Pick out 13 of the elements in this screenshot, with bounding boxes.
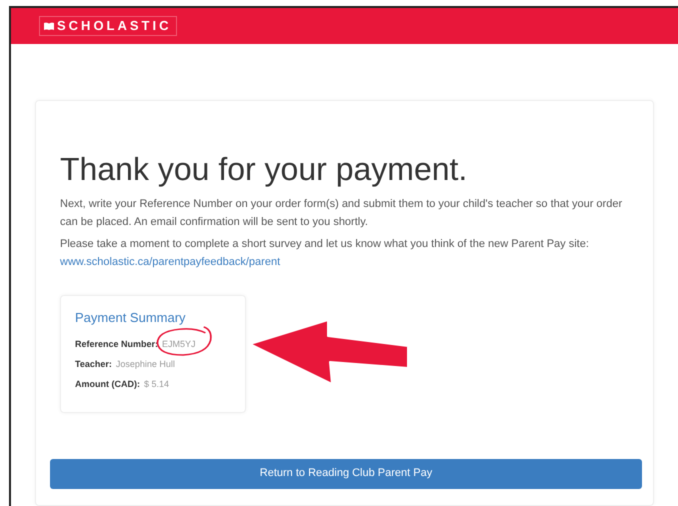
return-button[interactable]: Return to Reading Club Parent Pay xyxy=(50,458,642,488)
paragraph: Next, write your Reference Number on your order form(s) and submit them to your child's teacher so that your order can be placed. An email confirmation will be sent to you shortly. xyxy=(60,197,624,230)
field-label: Amount (CAD): xyxy=(75,378,140,391)
feedback-link[interactable]: www.scholastic.ca/parentpayfeedback/parent xyxy=(60,256,280,268)
field-value: EJM5YJ xyxy=(162,338,196,350)
logo[interactable]: SCHOLASTIC xyxy=(39,16,176,36)
summary-title: Payment Summary xyxy=(75,309,187,327)
field-label: Teacher: xyxy=(75,358,112,370)
paragraph: Please take a moment to complete a short survey and let us know what you think of the new Parent Pay site: www.scholastic.ca/parentpayfeedback/parent xyxy=(60,237,590,270)
field-value: Josephine Hull xyxy=(116,358,175,371)
page-title: Thank you for your payment. xyxy=(60,150,468,189)
field-label: Reference Number: xyxy=(75,338,158,350)
field-value: $ 5.14 xyxy=(144,378,170,390)
